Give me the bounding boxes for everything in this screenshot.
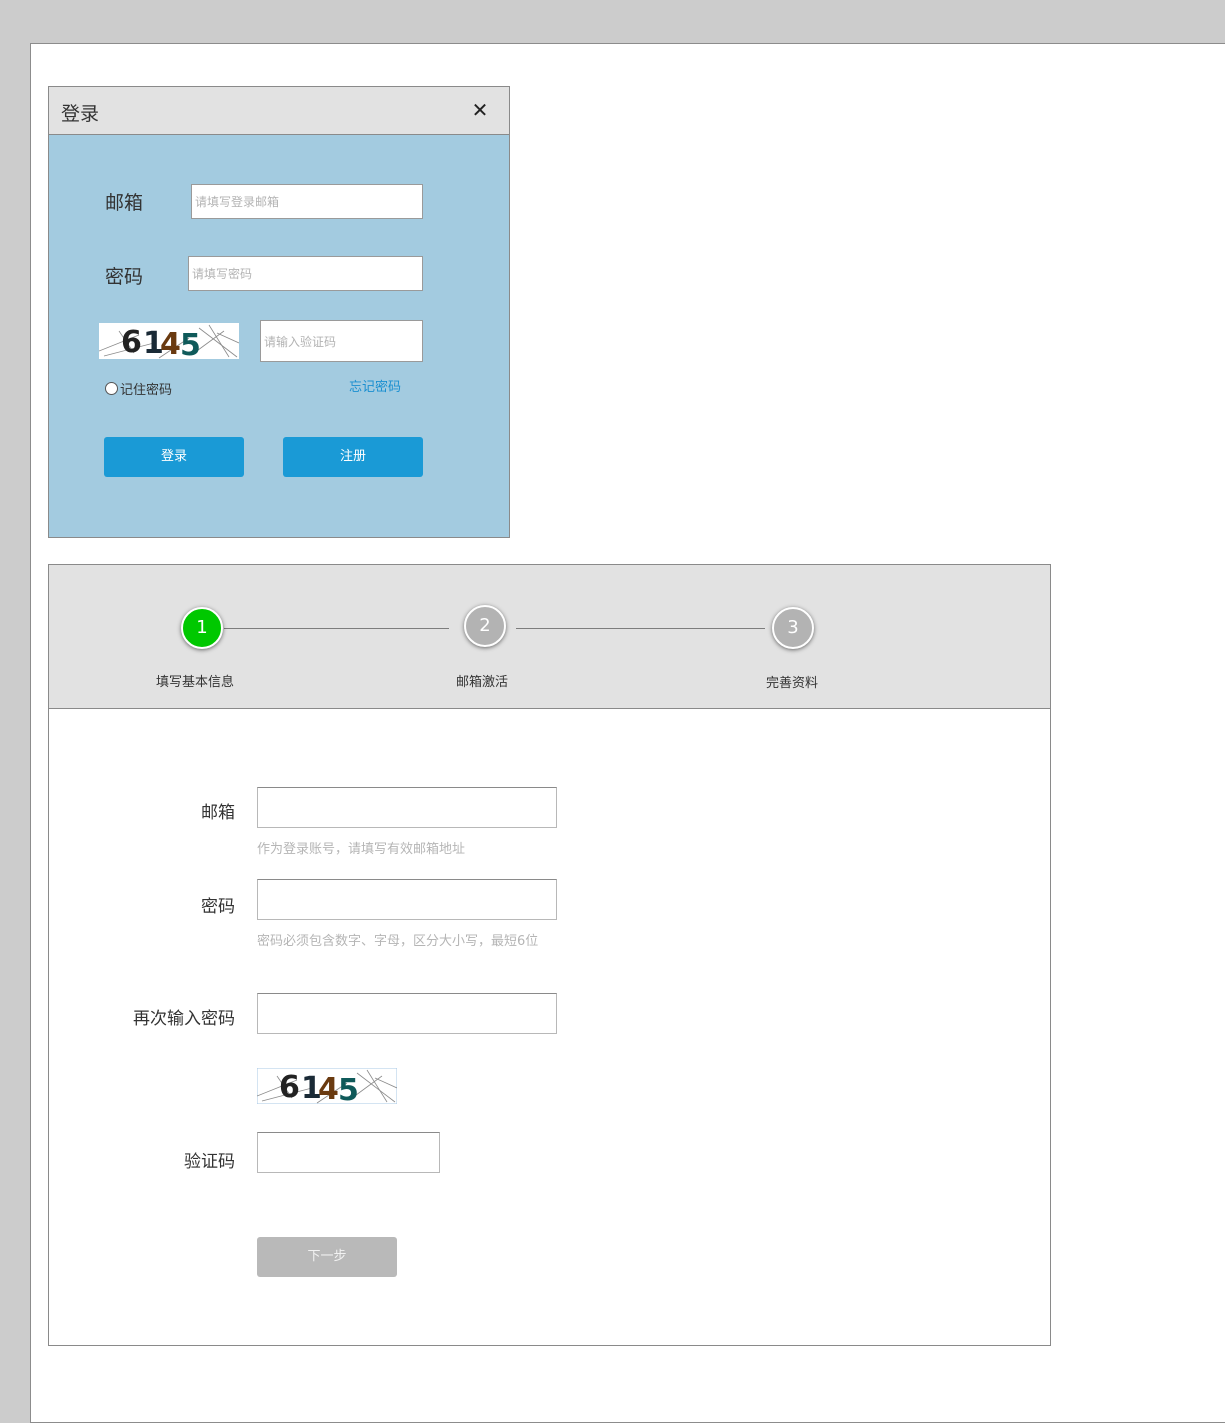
login-captcha-digit-1: 6 xyxy=(121,325,142,359)
login-captcha-placeholder: 请输入验证码 xyxy=(264,334,337,349)
login-captcha-digit-3: 4 xyxy=(160,327,181,359)
login-dialog: 登录 ✕ 邮箱 请填写登录邮箱 密码 请填写密码 6 1 4 5 请输入验证码 … xyxy=(48,86,510,538)
login-button[interactable]: 登录 xyxy=(104,437,244,477)
reg-captcha-digit-4: 5 xyxy=(338,1073,359,1104)
login-email-label: 邮箱 xyxy=(105,192,144,214)
login-captcha-input[interactable]: 请输入验证码 xyxy=(260,320,423,362)
login-password-placeholder: 请填写密码 xyxy=(192,267,253,281)
step-3-circle: 3 xyxy=(772,607,814,649)
login-captcha-digit-4: 5 xyxy=(180,328,201,359)
login-email-input[interactable]: 请填写登录邮箱 xyxy=(191,184,423,219)
step-1-label: 填写基本信息 xyxy=(156,675,235,690)
register-button[interactable]: 注册 xyxy=(283,437,423,477)
login-password-input[interactable]: 请填写密码 xyxy=(188,256,423,291)
step-2-label: 邮箱激活 xyxy=(456,675,509,690)
reg-password-hint: 密码必须包含数字、字母，区分大小写，最短6位 xyxy=(257,934,539,949)
reg-password-input[interactable] xyxy=(257,879,557,920)
remember-password-option[interactable]: 记住密码 xyxy=(105,379,172,398)
reg-email-input[interactable] xyxy=(257,787,557,828)
login-title: 登录 xyxy=(61,103,100,125)
reg-confirm-input[interactable] xyxy=(257,993,557,1034)
reg-password-label: 密码 xyxy=(201,897,235,917)
step-1-circle: 1 xyxy=(181,607,223,649)
reg-captcha-digit-3: 4 xyxy=(318,1072,339,1104)
register-panel: 1 2 3 填写基本信息 邮箱激活 完善资料 邮箱 作为登录账号，请填写有效邮箱… xyxy=(48,564,1051,1346)
reg-captcha-input[interactable] xyxy=(257,1132,440,1173)
close-icon[interactable]: ✕ xyxy=(471,100,489,120)
step-progress: 1 2 3 填写基本信息 邮箱激活 完善资料 xyxy=(49,565,1050,709)
remember-radio[interactable] xyxy=(105,382,118,395)
login-email-placeholder: 请填写登录邮箱 xyxy=(195,195,280,209)
reg-email-hint: 作为登录账号，请填写有效邮箱地址 xyxy=(257,842,466,857)
login-password-label: 密码 xyxy=(105,266,144,288)
step-3-label: 完善资料 xyxy=(766,676,819,691)
step-connector-1 xyxy=(224,628,449,629)
reg-confirm-label: 再次输入密码 xyxy=(133,1009,235,1029)
reg-captcha-label: 验证码 xyxy=(184,1152,235,1172)
remember-label: 记住密码 xyxy=(120,383,173,398)
step-2-circle: 2 xyxy=(464,605,506,647)
reg-email-label: 邮箱 xyxy=(201,803,235,823)
login-captcha-image[interactable]: 6 1 4 5 xyxy=(99,323,239,359)
reg-captcha-image[interactable]: 6 1 4 5 xyxy=(257,1068,397,1104)
next-step-button[interactable]: 下一步 xyxy=(257,1237,397,1277)
reg-captcha-digit-1: 6 xyxy=(279,1070,300,1104)
step-connector-2 xyxy=(516,628,765,629)
login-titlebar: 登录 ✕ xyxy=(49,87,509,135)
forgot-password-link[interactable]: 忘记密码 xyxy=(349,376,401,395)
